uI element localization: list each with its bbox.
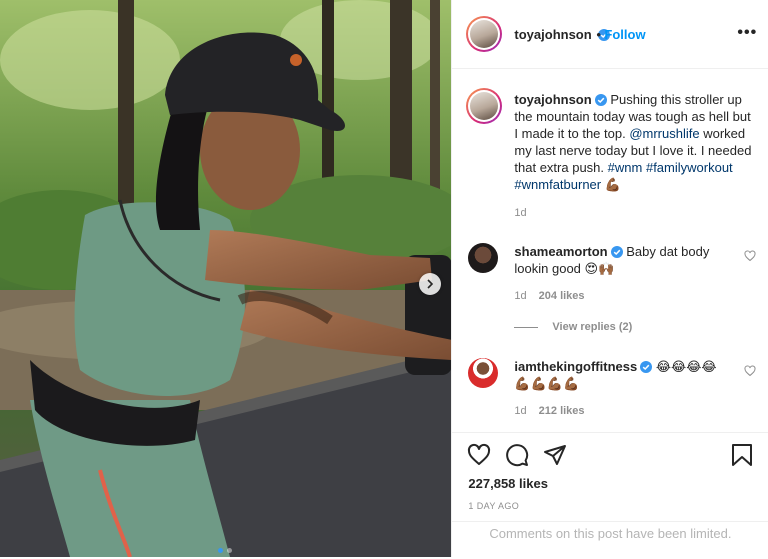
- comment-meta: 1d 212 likes: [514, 405, 584, 417]
- comment-item: shameamorton Baby dat body lookin good 😍…: [514, 243, 734, 277]
- carousel-dot: [227, 548, 232, 553]
- commenter-avatar[interactable]: [468, 358, 499, 388]
- comment-like-count[interactable]: 212 likes: [539, 405, 585, 417]
- heart-icon[interactable]: [467, 443, 491, 467]
- caption-age[interactable]: 1d: [514, 207, 526, 219]
- hashtag-link[interactable]: #wnm: [608, 160, 643, 175]
- post-caption: toyajohnson Pushing this stroller up the…: [514, 91, 754, 193]
- post-media[interactable]: [0, 0, 452, 557]
- post-header: toyajohnson • Follow •••: [452, 0, 768, 69]
- commenter-avatar[interactable]: [468, 243, 499, 273]
- comment-heart-icon[interactable]: [744, 365, 756, 377]
- post-timestamp[interactable]: 1 DAY AGO: [468, 501, 519, 511]
- comments-limited-notice: Comments on this post have been limited.: [452, 521, 768, 559]
- author-username-text[interactable]: toyajohnson: [514, 27, 591, 42]
- follow-button[interactable]: Follow: [604, 27, 645, 42]
- bookmark-icon[interactable]: [731, 443, 753, 467]
- caption-emoji: 💪🏾: [604, 177, 621, 192]
- post-details-panel: toyajohnson • Follow ••• toyajohnson Pus…: [451, 0, 768, 557]
- view-replies-label[interactable]: View replies (2): [552, 321, 632, 333]
- carousel-next-button[interactable]: [419, 273, 441, 295]
- caption-mention-link[interactable]: @mrrushlife: [629, 126, 699, 141]
- more-options-icon[interactable]: •••: [737, 24, 757, 42]
- view-replies-button[interactable]: View replies (2): [514, 321, 632, 333]
- author-avatar[interactable]: [466, 16, 503, 52]
- comment-like-count[interactable]: 204 likes: [539, 290, 585, 302]
- comment-age[interactable]: 1d: [514, 405, 526, 417]
- verified-badge-icon: [594, 94, 607, 106]
- caption-author-avatar[interactable]: [466, 88, 503, 124]
- carousel-dot-active: [218, 548, 223, 553]
- verified-badge-icon: [610, 246, 623, 258]
- replies-divider: [514, 326, 539, 328]
- comment-icon[interactable]: [505, 443, 529, 467]
- post-photo: [0, 0, 452, 557]
- hashtag-link[interactable]: #familyworkout: [646, 160, 733, 175]
- chevron-right-icon: [427, 279, 434, 289]
- comment-username[interactable]: shameamorton: [514, 244, 607, 259]
- comment-meta: 1d 204 likes: [514, 290, 584, 302]
- share-icon[interactable]: [543, 443, 567, 467]
- verified-badge-icon: [640, 361, 653, 373]
- instagram-post-view: toyajohnson • Follow ••• toyajohnson Pus…: [0, 0, 768, 557]
- carousel-indicator: [218, 548, 232, 553]
- comment-age[interactable]: 1d: [514, 290, 526, 302]
- comments-section: toyajohnson Pushing this stroller up the…: [452, 69, 768, 431]
- like-count[interactable]: 227,858 likes: [468, 476, 548, 491]
- comment-item: iamthekingoffitness 😂😂😂😂 💪🏾💪🏾💪🏾💪🏾: [514, 358, 734, 392]
- separator-dot: •: [596, 27, 601, 42]
- caption-author-username[interactable]: toyajohnson: [514, 92, 591, 107]
- hashtag-link[interactable]: #wnmfatburner: [514, 177, 601, 192]
- comment-heart-icon[interactable]: [744, 250, 756, 262]
- comment-username[interactable]: iamthekingoffitness: [514, 359, 637, 374]
- post-actions: 227,858 likes 1 DAY AGO Comments on this…: [452, 432, 768, 558]
